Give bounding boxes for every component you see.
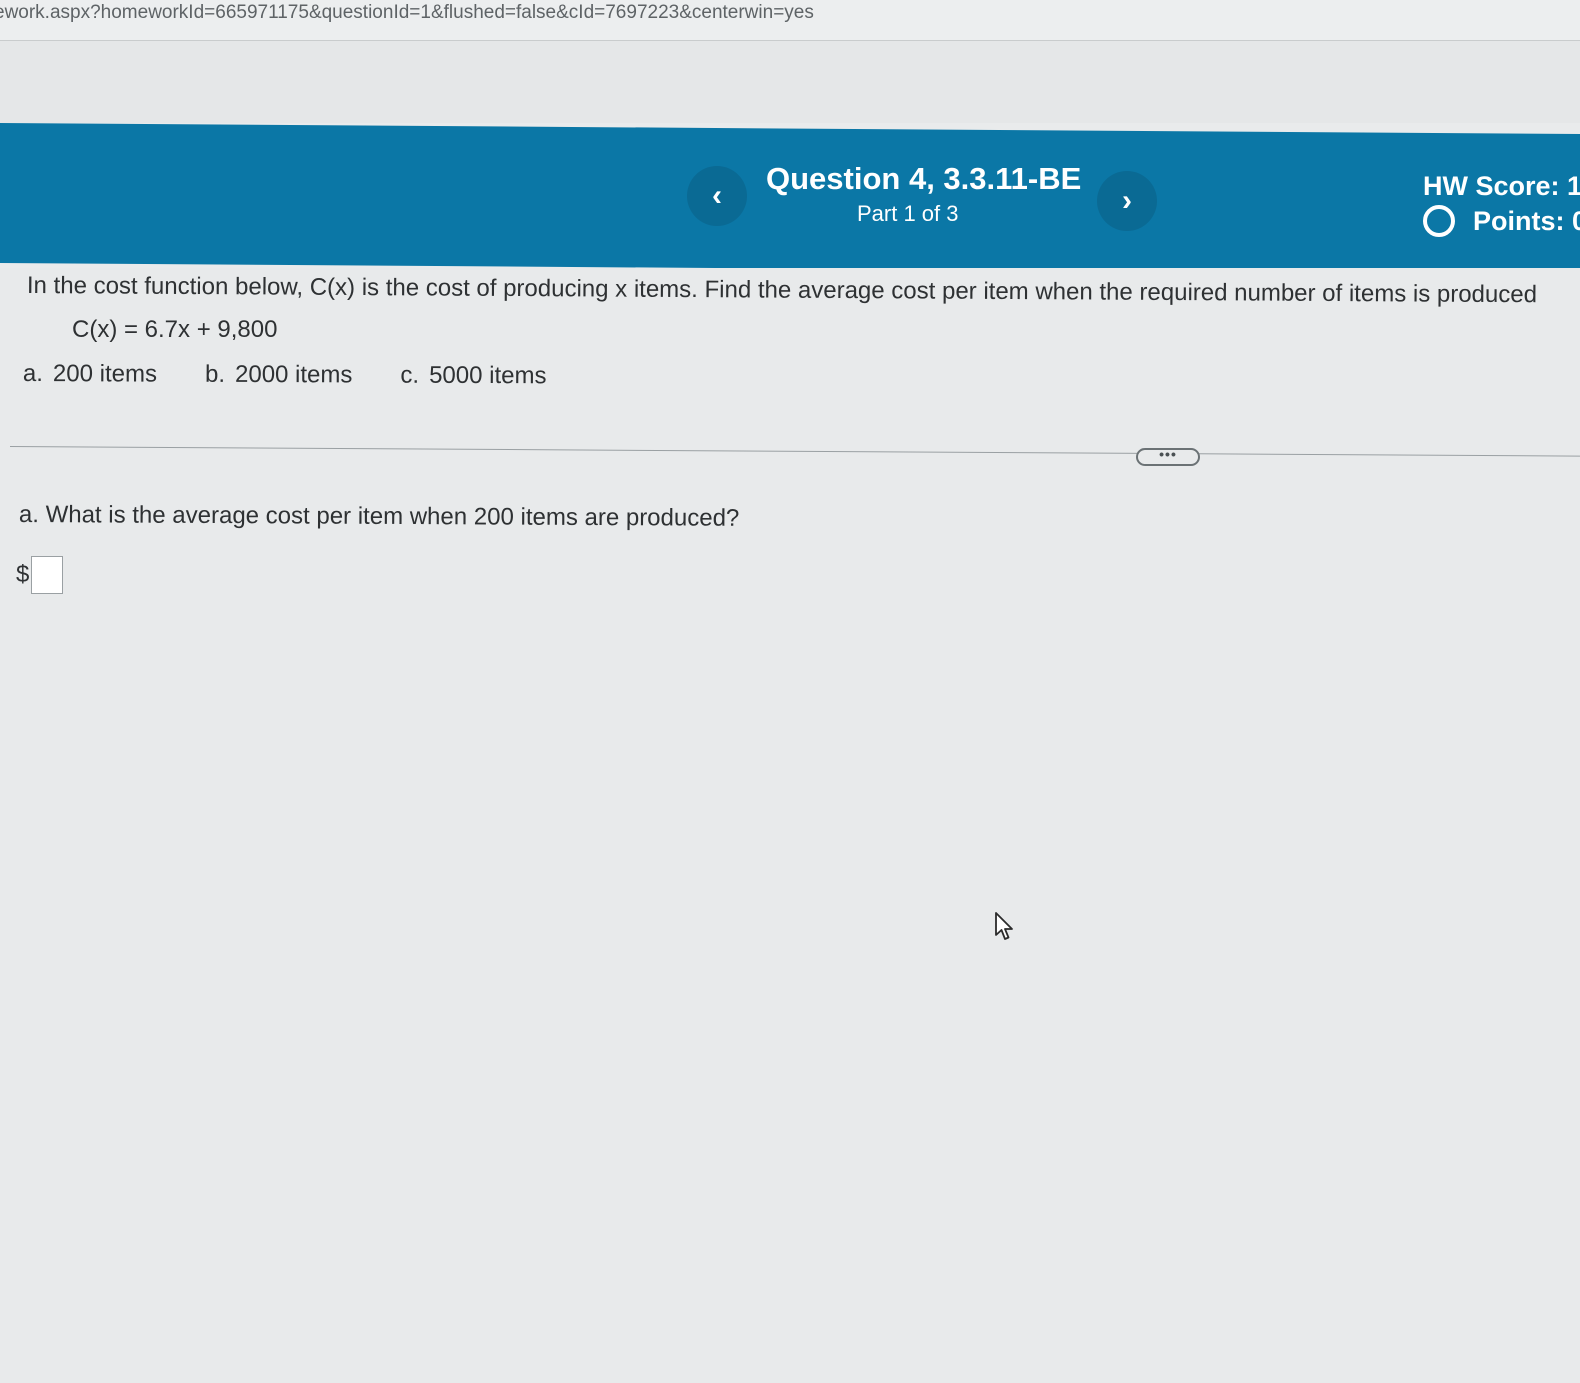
currency-symbol: $ — [16, 561, 30, 588]
section-divider — [9, 446, 1580, 457]
expand-more-button[interactable]: ••• — [1136, 447, 1200, 466]
points-label: Points: 0 — [1473, 205, 1580, 236]
question-title: Question 4, 3.3.11-BE — [766, 161, 1082, 196]
mouse-pointer-icon — [995, 912, 1013, 940]
points-row: Points: 0 — [1423, 205, 1580, 237]
part-letter: a. — [22, 360, 44, 388]
problem-parts: a. 200 items b. 2000 items c. 5000 items — [23, 360, 595, 390]
top-spacer — [0, 41, 1580, 123]
problem-prompt: In the cost function below, C(x) is the … — [26, 272, 1538, 309]
part-text: 200 items — [52, 360, 158, 388]
answer-row: $ — [16, 556, 64, 594]
part-item-c: c. 5000 items — [400, 362, 546, 391]
part-letter: c. — [400, 361, 420, 389]
part-item-b: b. 2000 items — [205, 361, 353, 390]
circle-outline-icon — [1423, 205, 1455, 237]
next-question-button[interactable]: › — [1097, 171, 1157, 231]
part-item-a: a. 200 items — [23, 360, 157, 389]
chevron-left-icon: ‹ — [712, 179, 722, 212]
part-text: 5000 items — [429, 361, 547, 390]
hw-score: HW Score: 1 — [1423, 171, 1580, 201]
part-indicator: Part 1 of 3 — [857, 201, 959, 226]
previous-question-button[interactable]: ‹ — [687, 166, 747, 226]
question-header: ‹ Question 4, 3.3.11-BE Part 1 of 3 › HW… — [0, 123, 1580, 268]
url-text: ework.aspx?homeworkId=665971175&question… — [0, 2, 814, 23]
address-bar[interactable]: ework.aspx?homeworkId=665971175&question… — [0, 0, 1580, 41]
cost-function-formula: C(x) = 6.7x + 9,800 — [72, 316, 278, 343]
part-a-question: a. What is the average cost per item whe… — [18, 501, 740, 532]
chevron-right-icon: › — [1122, 184, 1132, 217]
question-content: In the cost function below, C(x) is the … — [0, 268, 1580, 1383]
answer-input[interactable] — [31, 556, 64, 594]
part-letter: b. — [204, 360, 226, 388]
part-text: 2000 items — [234, 360, 353, 389]
